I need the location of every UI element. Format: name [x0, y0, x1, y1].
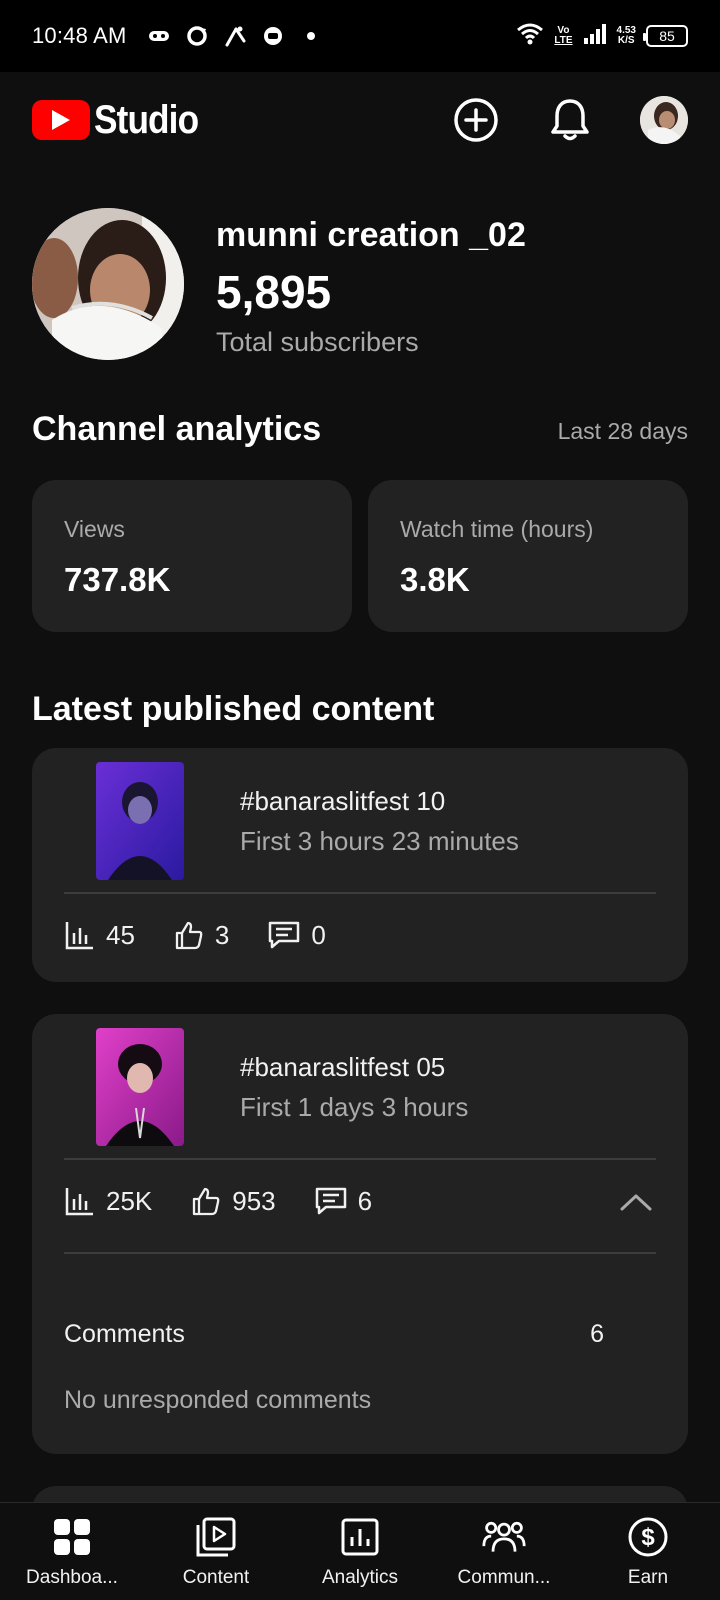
comment-icon: [315, 1187, 346, 1215]
account-avatar[interactable]: [640, 96, 688, 144]
views-metric: 25K: [64, 1185, 152, 1217]
svg-text:$: $: [641, 1524, 655, 1551]
signal-icon: [583, 23, 607, 50]
analytics-date-range[interactable]: Last 28 days: [558, 418, 688, 445]
nav-content[interactable]: Content: [144, 1503, 288, 1600]
bar-chart-icon: [65, 1188, 93, 1216]
add-circle-icon: [454, 98, 498, 142]
status-notification-icons: [147, 24, 323, 48]
chevron-up-icon: [620, 1194, 652, 1211]
bell-icon: [551, 99, 589, 141]
views-label: Views: [64, 516, 125, 542]
collapse-button[interactable]: [616, 1182, 656, 1222]
views-value: 737.8K: [64, 561, 171, 598]
gamepad-icon: [147, 24, 171, 48]
video-title: #banaraslitfest 05: [240, 1052, 446, 1082]
comments-count: 6: [357, 1185, 373, 1216]
bar-chart-icon: [65, 922, 93, 950]
thumbs-up-icon: [175, 921, 203, 950]
comments-total: 6: [590, 1320, 604, 1348]
app-notification-icon: [261, 24, 285, 48]
studio-logo[interactable]: Studio: [32, 98, 212, 143]
notifications-button[interactable]: [546, 96, 594, 144]
app-header: Studio: [0, 72, 720, 168]
subscriber-label: Total subscribers: [216, 327, 419, 357]
nav-label: Content: [182, 1566, 250, 1588]
video-metrics: 25K 953 6: [64, 1172, 410, 1230]
nav-label: Analytics: [321, 1566, 399, 1588]
dashboard-icon: [50, 1515, 94, 1559]
likes-count: 3: [214, 919, 230, 950]
watch-time-value: 3.8K: [400, 561, 470, 598]
nav-community[interactable]: Commun...: [432, 1503, 576, 1600]
video-subtitle: First 1 days 3 hours: [240, 1092, 469, 1122]
channel-name: munni creation _02: [216, 216, 526, 254]
subscriber-count: 5,895: [216, 266, 332, 318]
comments-metric: 0: [267, 919, 326, 951]
views-metric: 45: [64, 919, 135, 951]
watch-time-label: Watch time (hours): [400, 516, 594, 542]
thumbs-up-icon: [193, 1187, 220, 1216]
video-card[interactable]: #banaraslitfest 10 First 3 hours 23 minu…: [32, 748, 688, 982]
sync-icon: [185, 24, 209, 48]
analytics-icon: [338, 1515, 382, 1559]
network-speed: 4.53 K/S: [616, 25, 636, 46]
thumbnail-image-icon: [96, 762, 184, 880]
carrier-icon: [223, 24, 247, 48]
comment-icon: [269, 921, 300, 949]
profile-photo-icon: [640, 96, 688, 144]
comments-label[interactable]: Comments: [64, 1320, 185, 1349]
likes-metric: 953: [190, 1185, 276, 1217]
nav-earn[interactable]: $ Earn: [576, 1503, 720, 1600]
bottom-navigation: Dashboa... Content Analytics Commun... $…: [0, 1502, 720, 1600]
earn-icon: $: [626, 1515, 670, 1559]
create-button[interactable]: [452, 96, 500, 144]
comments-metric: 6: [314, 1185, 372, 1217]
divider: [64, 1158, 656, 1160]
video-card-expanded[interactable]: #banaraslitfest 05 First 1 days 3 hours …: [32, 1014, 688, 1454]
battery-indicator: 85: [643, 25, 688, 47]
more-notifications-dot-icon: [299, 24, 323, 48]
nav-label: Dashboa...: [26, 1566, 118, 1588]
likes-count: 953: [232, 1185, 276, 1216]
community-icon: [482, 1515, 526, 1559]
content-icon: [194, 1515, 238, 1559]
views-count: 45: [106, 919, 135, 950]
video-metrics: 45 3 0: [64, 906, 364, 964]
channel-summary: munni creation _02 5,895 Total subscribe…: [32, 208, 692, 360]
comments-count: 0: [311, 919, 326, 950]
volte-indicator: Vo LTE: [554, 25, 573, 46]
channel-analytics-title: Channel analytics: [32, 410, 322, 448]
channel-photo-icon: [32, 208, 184, 360]
no-unresponded-comments: No unresponded comments: [64, 1386, 372, 1414]
wifi-icon: [516, 22, 544, 51]
nav-analytics[interactable]: Analytics: [288, 1503, 432, 1600]
status-bar: 10:48 AM Vo LTE 4.53 K/S 85: [0, 0, 720, 72]
status-time: 10:48 AM: [32, 23, 127, 48]
nav-label: Commun...: [457, 1566, 551, 1588]
watch-time-card[interactable]: Watch time (hours) 3.8K: [368, 480, 688, 632]
video-title: #banaraslitfest 10: [240, 786, 446, 816]
views-count: 25K: [106, 1185, 153, 1216]
status-system-icons: Vo LTE 4.53 K/S 85: [516, 22, 688, 51]
latest-content-title: Latest published content: [32, 690, 435, 728]
video-thumbnail[interactable]: [96, 762, 184, 880]
nav-dashboard[interactable]: Dashboa...: [0, 1503, 144, 1600]
likes-metric: 3: [173, 919, 229, 951]
channel-avatar[interactable]: [32, 208, 184, 360]
thumbnail-image-icon: [96, 1028, 184, 1146]
divider: [64, 1252, 656, 1254]
divider: [64, 892, 656, 894]
views-card[interactable]: Views 737.8K: [32, 480, 352, 632]
brand-text: Studio: [94, 97, 199, 142]
video-subtitle: First 3 hours 23 minutes: [240, 826, 519, 856]
video-thumbnail[interactable]: [96, 1028, 184, 1146]
youtube-play-icon: [32, 100, 90, 140]
nav-label: Earn: [627, 1566, 669, 1588]
